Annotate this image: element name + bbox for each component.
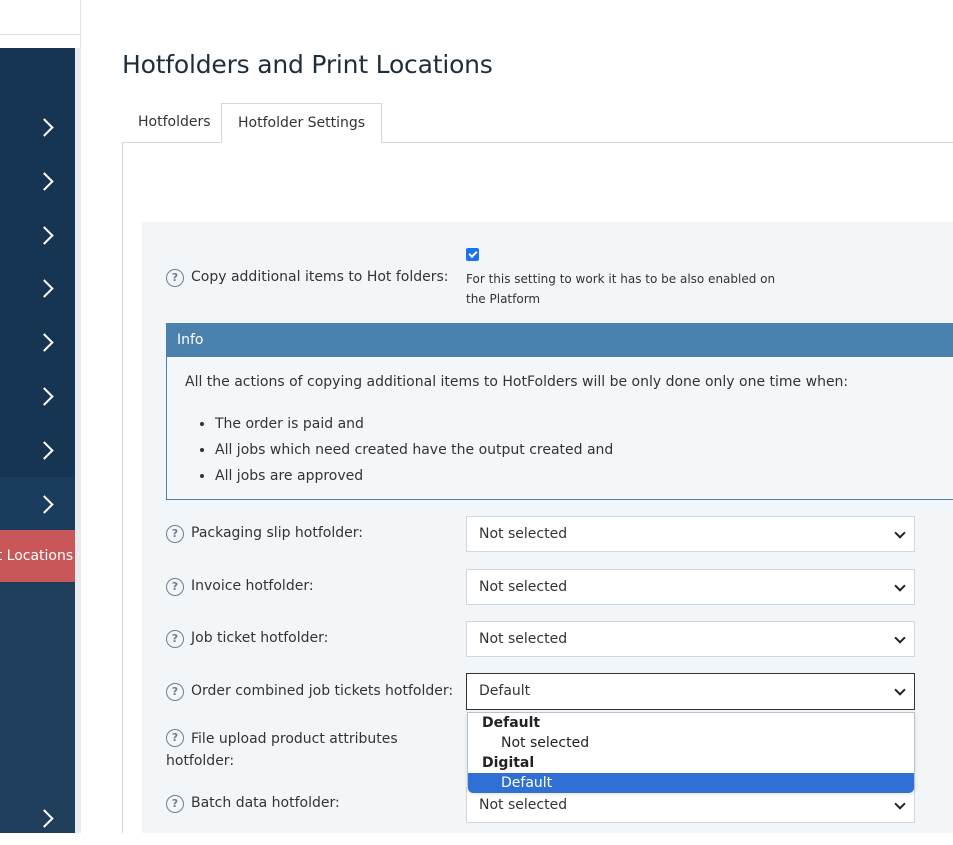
file-upload-label: ? File upload product attributes hotfolde… <box>166 728 426 772</box>
info-list-item: All jobs which need created have the out… <box>215 437 613 463</box>
batch-data-row: ? Batch data hotfolder: <box>166 795 340 813</box>
info-list: The order is paid and All jobs which nee… <box>185 411 613 489</box>
order-combined-label: Order combined job tickets hotfolder: <box>191 683 454 699</box>
info-list-item: All jobs are approved <box>215 463 613 489</box>
info-text: All the actions of copying additional it… <box>185 374 849 390</box>
sidebar-item-5[interactable] <box>0 315 75 369</box>
info-title: Info <box>167 324 953 357</box>
info-box: Info All the actions of copying addition… <box>166 323 953 500</box>
packaging-slip-row: ? Packaging slip hotfolder: <box>166 525 363 543</box>
invoice-select[interactable]: Not selected <box>466 569 915 605</box>
sidebar-item-bottom[interactable] <box>0 791 75 845</box>
batch-data-value: Not selected <box>479 797 568 813</box>
dropdown-option-highlighted[interactable]: Default <box>468 773 914 793</box>
chevron-down-icon <box>894 798 906 810</box>
optgroup-label: Default <box>482 715 541 731</box>
copy-additional-label: Copy additional items to Hot folders: <box>191 269 449 285</box>
help-icon[interactable]: ? <box>166 269 184 287</box>
tab-hotfolder-settings[interactable]: Hotfolder Settings <box>221 103 383 143</box>
sidebar-item-1[interactable] <box>0 100 75 154</box>
order-combined-select[interactable]: Default <box>466 673 915 710</box>
tab-hotfolders[interactable]: Hotfolders <box>122 103 227 142</box>
help-icon[interactable]: ? <box>166 729 184 747</box>
copy-additional-checkbox[interactable] <box>466 248 479 261</box>
chevron-right-icon <box>35 440 54 460</box>
job-ticket-select[interactable]: Not selected <box>466 621 915 657</box>
chevron-down-icon <box>894 527 906 539</box>
sidebar-item-active[interactable]: Print Locations <box>0 530 75 582</box>
chevron-right-icon <box>35 117 54 137</box>
dropdown-option[interactable]: Not selected <box>468 733 914 753</box>
dropdown-list: Default Not selected Digital Default <box>467 712 915 793</box>
order-combined-value: Default <box>479 683 531 699</box>
help-icon[interactable]: ? <box>166 525 184 543</box>
chevron-right-icon <box>35 808 54 828</box>
page-title: Hotfolders and Print Locations <box>122 50 493 79</box>
chevron-right-icon <box>35 386 54 406</box>
optgroup-label: Digital <box>482 755 535 771</box>
chevron-right-icon <box>35 278 54 298</box>
help-icon[interactable]: ? <box>166 683 184 701</box>
copy-additional-hint: For this setting to work it has to be al… <box>466 272 776 306</box>
packaging-slip-label: Packaging slip hotfolder: <box>191 525 363 541</box>
chevron-down-icon <box>894 684 906 696</box>
packaging-slip-value: Not selected <box>479 526 568 542</box>
order-combined-row: ? Order combined job tickets hotfolder: <box>166 683 453 701</box>
invoice-value: Not selected <box>479 579 568 595</box>
sidebar-item-6[interactable] <box>0 369 75 423</box>
job-ticket-row: ? Job ticket hotfolder: <box>166 630 328 648</box>
help-icon[interactable]: ? <box>166 630 184 648</box>
copy-additional-row: ? Copy additional items to Hot folders: <box>166 269 449 287</box>
info-list-item: The order is paid and <box>215 411 613 437</box>
sidebar-item-8[interactable] <box>0 477 75 531</box>
file-upload-label-text: File upload product attributes hotfolder… <box>166 731 398 769</box>
sidebar-item-4[interactable] <box>0 261 75 315</box>
job-ticket-label: Job ticket hotfolder: <box>191 630 329 646</box>
tab-bar: Hotfolders Hotfolder Settings <box>122 103 953 143</box>
invoice-label: Invoice hotfolder: <box>191 578 314 594</box>
packaging-slip-select[interactable]: Not selected <box>466 516 915 552</box>
divider <box>0 34 80 35</box>
chevron-right-icon <box>35 171 54 191</box>
help-icon[interactable]: ? <box>166 795 184 813</box>
batch-data-label: Batch data hotfolder: <box>191 795 340 811</box>
chevron-down-icon <box>894 580 906 592</box>
sidebar-scrollbar[interactable] <box>75 48 81 833</box>
invoice-row: ? Invoice hotfolder: <box>166 578 314 596</box>
sidebar-item-7[interactable] <box>0 423 75 477</box>
chevron-down-icon <box>894 632 906 644</box>
chevron-right-icon <box>35 332 54 352</box>
sidebar-item-3[interactable] <box>0 208 75 262</box>
sidebar-item-2[interactable] <box>0 154 75 208</box>
chevron-right-icon <box>35 494 54 514</box>
sidebar-active-label: Print Locations <box>0 548 74 564</box>
file-upload-row: ? File upload product attributes hotfolde… <box>166 728 426 772</box>
help-icon[interactable]: ? <box>166 578 184 596</box>
sidebar-top <box>0 0 81 48</box>
chevron-right-icon <box>35 225 54 245</box>
job-ticket-value: Not selected <box>479 631 568 647</box>
